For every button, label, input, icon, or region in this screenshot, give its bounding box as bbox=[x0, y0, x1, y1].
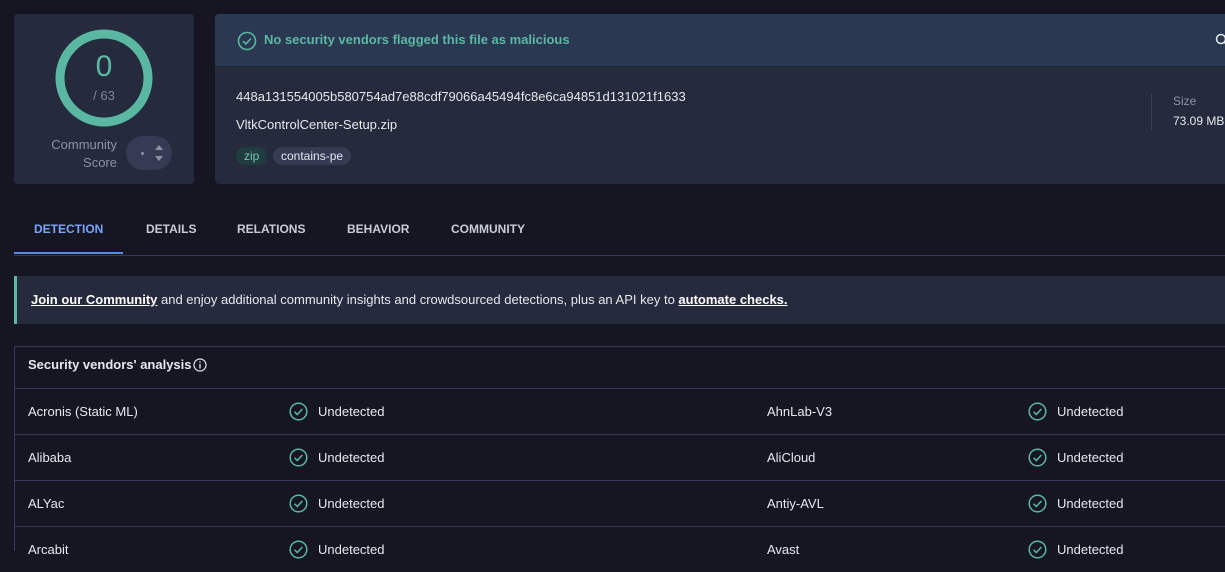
community-score-card: 0 / 63 Community Score bbox=[14, 14, 194, 184]
community-vote-control[interactable] bbox=[126, 136, 172, 170]
file-hash[interactable]: 448a131554005b580754ad7e88cdf79066a45494… bbox=[236, 89, 686, 104]
detection-total: / 63 bbox=[54, 88, 154, 103]
community-score-label: Community Score bbox=[51, 136, 117, 172]
vendor-row: ArcabitUndetectedAvastUndetected bbox=[15, 526, 1225, 572]
report-tabs: DETECTION DETAILS RELATIONS BEHAVIOR COM… bbox=[14, 205, 1225, 256]
vendor-status: Undetected bbox=[318, 496, 385, 511]
vendors-title: Security vendors' analysis bbox=[28, 357, 192, 372]
community-score-value bbox=[141, 152, 144, 155]
check-circle-icon bbox=[1028, 494, 1047, 513]
tab-community[interactable]: COMMUNITY bbox=[431, 205, 545, 254]
vendor-name: AhnLab-V3 bbox=[767, 404, 832, 419]
check-circle-icon bbox=[1028, 448, 1047, 467]
vendor-row: Acronis (Static ML) Undetected AhnLab-V3 Un… bbox=[15, 388, 1225, 434]
notice-middle-text: and enjoy additional community insights … bbox=[157, 292, 678, 307]
vendor-name: Alibaba bbox=[28, 450, 71, 465]
search-icon[interactable] bbox=[1215, 33, 1225, 47]
vendor-name: Acronis (Static ML) bbox=[28, 404, 138, 419]
verdict-banner: No security vendors flagged this file as… bbox=[215, 14, 1225, 67]
vendor-row: ALYac Undetected Antiy-AVL Undetected bbox=[15, 480, 1225, 526]
vendor-name: Antiy-AVL bbox=[767, 496, 824, 511]
check-circle-icon bbox=[237, 31, 257, 51]
vendor-name: AliCloud bbox=[767, 450, 815, 465]
vendor-status: Undetected bbox=[318, 404, 385, 419]
size-label: Size bbox=[1173, 94, 1196, 108]
join-community-link[interactable]: Join our Community bbox=[31, 292, 157, 307]
file-summary-card: No security vendors flagged this file as… bbox=[215, 14, 1225, 184]
vendor-status: Undetected bbox=[318, 450, 385, 465]
vendors-analysis: Security vendors' analysis Acronis (Stat… bbox=[14, 346, 1225, 551]
tab-detection[interactable]: DETECTION bbox=[14, 205, 123, 254]
file-name: VltkControlCenter-Setup.zip bbox=[236, 117, 397, 132]
tag-zip[interactable]: zip bbox=[236, 147, 267, 165]
vendor-status: Undetected bbox=[1057, 404, 1124, 419]
community-notice: Join our Community and enjoy additional … bbox=[14, 276, 1225, 324]
notice-text: Join our Community and enjoy additional … bbox=[31, 292, 788, 307]
check-circle-icon bbox=[289, 494, 308, 513]
size-divider bbox=[1151, 94, 1152, 130]
tab-behavior[interactable]: BEHAVIOR bbox=[327, 205, 429, 254]
tag-contains-pe[interactable]: contains-pe bbox=[273, 147, 351, 165]
detection-count: 0 bbox=[54, 50, 154, 84]
check-circle-icon bbox=[289, 448, 308, 467]
automate-checks-link[interactable]: automate checks. bbox=[678, 292, 787, 307]
check-circle-icon bbox=[1028, 402, 1047, 421]
size-value: 73.09 MB bbox=[1173, 114, 1224, 128]
tab-relations[interactable]: RELATIONS bbox=[217, 205, 325, 254]
tab-details[interactable]: DETAILS bbox=[126, 205, 216, 254]
vote-up-icon[interactable] bbox=[155, 145, 163, 150]
check-circle-icon bbox=[289, 402, 308, 421]
vendor-status: Undetected bbox=[1057, 450, 1124, 465]
verdict-message: No security vendors flagged this file as… bbox=[264, 32, 570, 47]
vendor-status: Undetected bbox=[1057, 496, 1124, 511]
vendor-row: Alibaba Undetected AliCloud Undetected bbox=[15, 434, 1225, 480]
vote-down-icon[interactable] bbox=[155, 156, 163, 161]
vendor-name: ALYac bbox=[28, 496, 64, 511]
info-icon[interactable] bbox=[193, 358, 207, 372]
